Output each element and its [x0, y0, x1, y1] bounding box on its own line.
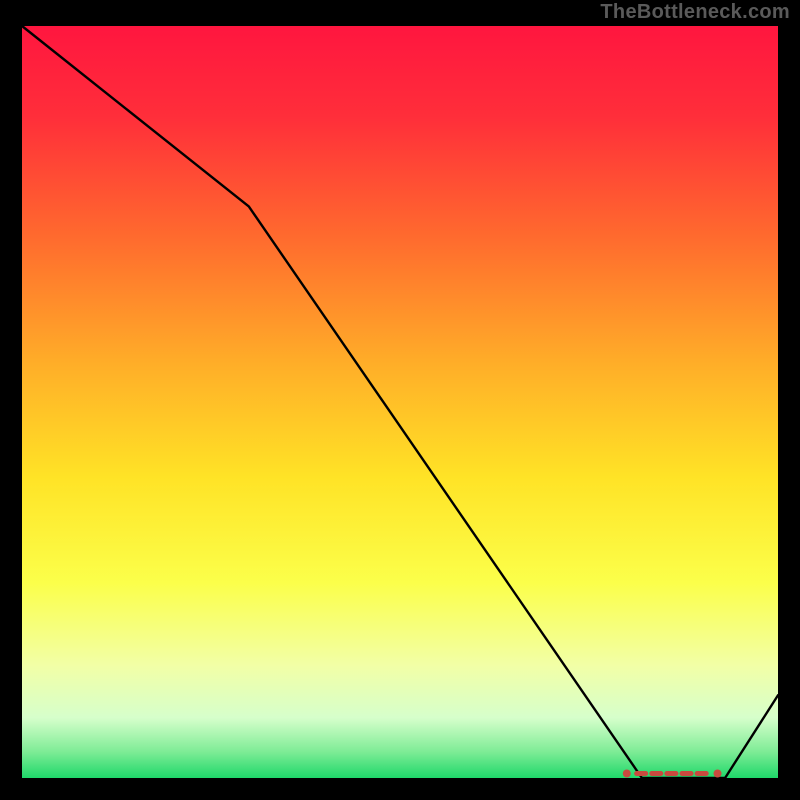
- plot-background: [22, 26, 778, 778]
- watermark-text: TheBottleneck.com: [600, 1, 790, 24]
- chart-frame: TheBottleneck.com: [0, 0, 800, 800]
- chart-canvas: [0, 0, 800, 800]
